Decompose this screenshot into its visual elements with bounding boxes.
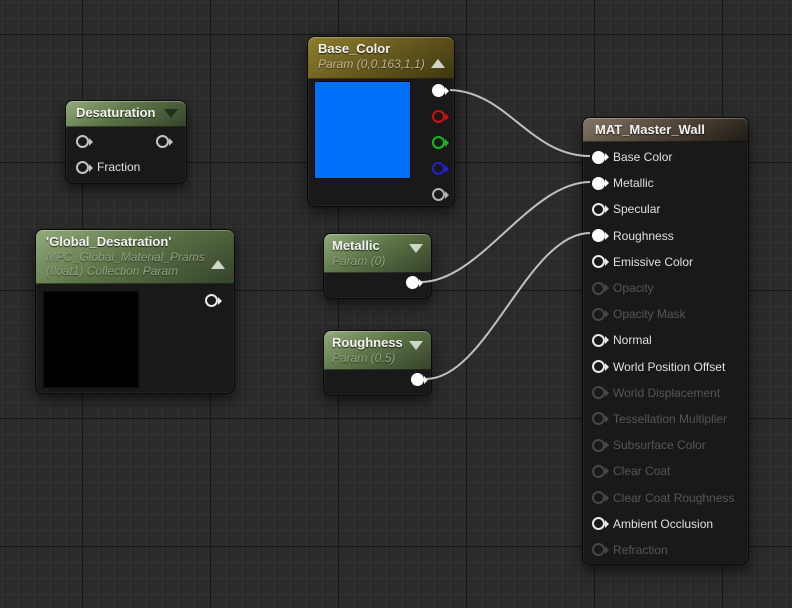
material-input-row: Emissive Color (583, 249, 748, 275)
alpha-channel-output-pin[interactable] (432, 188, 445, 201)
material-input-label: Clear Coat Roughness (613, 490, 735, 505)
material-input-row: Specular (583, 196, 748, 222)
wire-roughness-to-mat (425, 232, 591, 380)
material-input-label: Specular (613, 202, 661, 217)
base-color-output-pins (432, 84, 445, 201)
opacity-mask-input-pin (592, 307, 605, 321)
node-global-desatration-header[interactable]: 'Global_Desatration' MPC_Global_Material… (36, 230, 234, 284)
material-input-row: Ambient Occlusion (583, 511, 748, 537)
opacity-input-pin (592, 281, 605, 295)
metallic-input-pin[interactable] (592, 176, 605, 190)
node-base-color-header[interactable]: Base_Color Param (0,0.163,1,1) (308, 37, 454, 79)
material-input-row: Clear Coat (583, 458, 748, 484)
material-input-row: Metallic (583, 170, 748, 196)
node-title: MAT_Master_Wall (595, 122, 705, 137)
tessellation-multiplier-input-pin (592, 412, 605, 426)
material-input-row: Roughness (583, 223, 748, 249)
fraction-pin-label: Fraction (97, 160, 141, 174)
node-metallic[interactable]: Metallic Param (0) (323, 233, 432, 299)
world-position-offset-input-pin[interactable] (592, 360, 605, 374)
node-subtitle: Param (0,0.163,1,1) (318, 57, 425, 71)
normal-input-pin[interactable] (592, 333, 605, 347)
material-input-label: Tessellation Multiplier (613, 411, 728, 426)
collapse-arrow-icon[interactable] (211, 260, 225, 269)
material-input-row: Normal (583, 327, 748, 353)
node-mat-master-wall-header[interactable]: MAT_Master_Wall (583, 118, 748, 142)
green-channel-output-pin[interactable] (432, 136, 445, 149)
material-input-row: Clear Coat Roughness (583, 484, 748, 510)
material-input-label: Clear Coat (613, 464, 671, 479)
node-title: Roughness (332, 335, 403, 350)
collapse-arrow-icon[interactable] (431, 59, 445, 68)
material-input-row: Tessellation Multiplier (583, 406, 748, 432)
node-subtitle: Param (0) (332, 254, 386, 268)
node-metallic-header[interactable]: Metallic Param (0) (324, 234, 431, 273)
desaturation-output-pin[interactable] (156, 135, 169, 148)
emissive-color-input-pin[interactable] (592, 255, 605, 269)
subsurface-color-input-pin (592, 438, 605, 452)
node-desaturation-header[interactable]: Desaturation (66, 101, 186, 127)
ambient-occlusion-input-pin[interactable] (592, 517, 605, 531)
collapse-arrow-icon[interactable] (164, 109, 178, 118)
material-input-label: Opacity Mask (613, 307, 686, 322)
desaturation-input-pin[interactable] (76, 135, 89, 148)
metallic-output-pin[interactable] (406, 276, 419, 289)
red-channel-output-pin[interactable] (432, 110, 445, 123)
node-title: Base_Color (318, 41, 391, 56)
clear-coat-input-pin (592, 464, 605, 478)
rgb-output-pin[interactable] (432, 84, 445, 97)
world-displacement-input-pin (592, 386, 605, 400)
clear-coat-roughness-input-pin (592, 491, 605, 505)
material-input-row: Opacity Mask (583, 301, 748, 327)
material-input-label: Base Color (613, 150, 673, 165)
material-input-row: Refraction (583, 537, 748, 563)
node-title: Desaturation (76, 105, 156, 120)
material-input-label: Ambient Occlusion (613, 516, 714, 531)
material-input-label: Subsurface Color (613, 438, 706, 453)
node-subtitle: Param (0.5) (332, 351, 396, 365)
material-input-row: World Displacement (583, 380, 748, 406)
material-input-label: Normal (613, 333, 652, 348)
specular-input-pin[interactable] (592, 202, 605, 216)
node-title: Metallic (332, 238, 380, 253)
fraction-input-pin[interactable] (76, 161, 89, 174)
node-base-color[interactable]: Base_Color Param (0,0.163,1,1) (307, 36, 455, 207)
wire-basecolor-to-mat (449, 89, 591, 157)
material-graph-canvas[interactable]: Desaturation Fraction Base_Color Param (… (0, 0, 792, 608)
collapse-arrow-icon[interactable] (409, 244, 423, 253)
node-desaturation[interactable]: Desaturation Fraction (65, 100, 187, 184)
material-input-label: Refraction (613, 542, 668, 557)
node-title: 'Global_Desatration' (46, 234, 172, 249)
material-input-row: Subsurface Color (583, 432, 748, 458)
global-desatration-preview-swatch (43, 291, 139, 388)
node-global-desatration[interactable]: 'Global_Desatration' MPC_Global_Material… (35, 229, 235, 394)
material-input-label: World Displacement (613, 385, 721, 400)
material-input-list: Base Color Metallic Specular Roughness Emiss… (583, 144, 748, 563)
node-subtitle: MPC_Global_Material_Prams (float1) Colle… (46, 250, 205, 278)
node-roughness-header[interactable]: Roughness Param (0.5) (324, 331, 431, 370)
material-input-label: Metallic (613, 176, 654, 191)
global-desatration-output-pin[interactable] (205, 294, 218, 307)
base-color-input-pin[interactable] (592, 150, 605, 164)
material-input-row: Opacity (583, 275, 748, 301)
material-input-row: World Position Offset (583, 354, 748, 380)
roughness-input-pin[interactable] (592, 229, 605, 243)
collapse-arrow-icon[interactable] (409, 341, 423, 350)
material-input-label: Roughness (613, 228, 674, 243)
material-input-label: World Position Offset (613, 359, 726, 374)
base-color-preview-swatch (314, 81, 411, 179)
material-input-row: Base Color (583, 144, 748, 170)
node-roughness[interactable]: Roughness Param (0.5) (323, 330, 432, 396)
refraction-input-pin (592, 543, 605, 557)
material-input-label: Emissive Color (613, 254, 694, 269)
material-input-label: Opacity (613, 281, 654, 296)
node-mat-master-wall[interactable]: MAT_Master_Wall Base Color Metallic Specul… (582, 117, 749, 565)
roughness-output-pin[interactable] (411, 373, 424, 386)
blue-channel-output-pin[interactable] (432, 162, 445, 175)
